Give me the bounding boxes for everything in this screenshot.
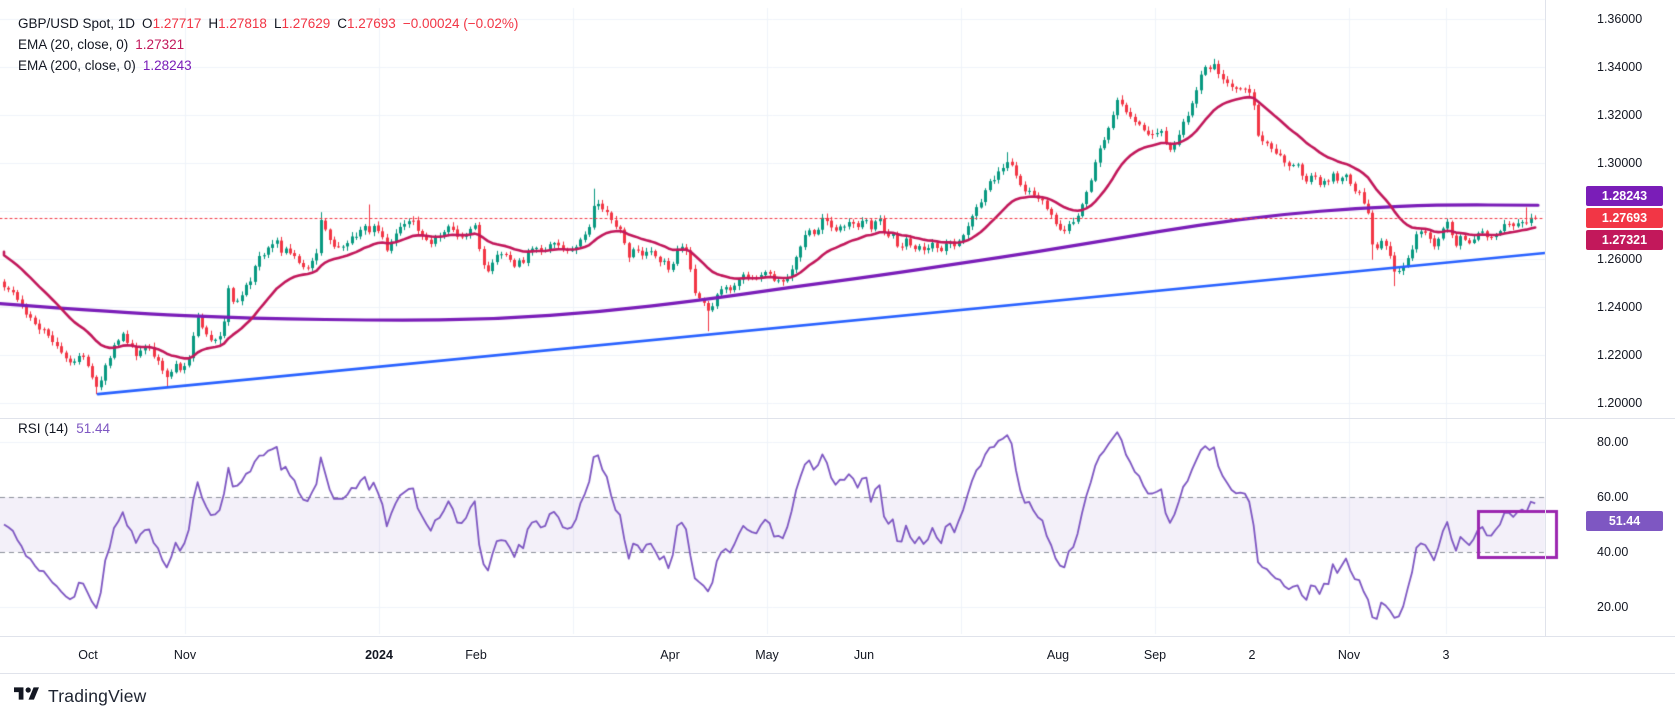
ohlc-low: L1.27629 (273, 16, 331, 31)
price-axis-label: 1.32000 (1597, 108, 1643, 122)
tradingview-logo-icon (14, 684, 39, 708)
time-axis-separator (0, 636, 1675, 637)
ema20-legend-row[interactable]: EMA (20, close, 0) 1.27321 (18, 37, 518, 52)
tradingview-logo-text: TradingView (48, 685, 147, 706)
rsi-axis-label: 80.00 (1597, 435, 1629, 449)
rsi-legend-row[interactable]: RSI (14) 51.44 (18, 421, 110, 436)
rsi-axis-label: 60.00 (1597, 490, 1629, 504)
time-axis-label: Feb (465, 648, 487, 662)
time-axis-label: 3 (1442, 648, 1450, 662)
price-axis-label: 1.20000 (1597, 396, 1643, 410)
chart-legend: GBP/USD Spot, 1D O1.27717 H1.27818 L1.27… (18, 16, 518, 73)
ema200-label: EMA (200, close, 0) (18, 58, 136, 73)
rsi-axis-label: 20.00 (1597, 600, 1629, 614)
panel-separator[interactable] (0, 418, 1675, 419)
tradingview-chart-window: GBP/USD Spot, 1D O1.27717 H1.27818 L1.27… (0, 0, 1675, 718)
time-axis-label: Nov (1337, 648, 1361, 662)
symbol-title: GBP/USD Spot, 1D (18, 16, 136, 31)
time-axis-label: Apr (660, 648, 680, 662)
ema200-price-badge: 1.28243 (1586, 186, 1663, 206)
price-axis-label: 1.22000 (1597, 348, 1643, 362)
symbol-legend-row[interactable]: GBP/USD Spot, 1D O1.27717 H1.27818 L1.27… (18, 16, 518, 31)
price-axis-label: 1.30000 (1597, 156, 1643, 170)
rsi-value: 51.44 (76, 421, 111, 436)
ema200-legend-row[interactable]: EMA (200, close, 0) 1.28243 (18, 58, 518, 73)
time-axis-label: May (755, 648, 779, 662)
footer-bar: TradingView (0, 673, 1675, 718)
time-axis-label: Sep (1143, 648, 1167, 662)
ema20-price-badge: 1.27321 (1586, 230, 1663, 250)
time-axis-label: Aug (1046, 648, 1070, 662)
time-scale[interactable]: Oct Nov 2024 Feb Apr May Jun Aug Sep 2 Nov 3 (0, 637, 1675, 672)
ohlc-close: C1.27693 (337, 16, 396, 31)
time-axis-label: 2 (1248, 648, 1256, 662)
price-axis-label: 1.36000 (1597, 12, 1643, 26)
price-axis-label: 1.24000 (1597, 300, 1643, 314)
time-axis-label: Oct (78, 648, 98, 662)
chart-canvas[interactable] (0, 0, 1675, 673)
time-axis-label: 2024 (365, 648, 393, 662)
rsi-label: RSI (14) (18, 421, 69, 436)
rsi-value-badge: 51.44 (1586, 511, 1663, 531)
price-axis-label: 1.26000 (1597, 252, 1643, 266)
ema200-value: 1.28243 (142, 58, 192, 73)
rsi-axis-label: 40.00 (1597, 545, 1629, 559)
time-axis-label: Jun (853, 648, 875, 662)
ohlc-high: H1.27818 (208, 16, 267, 31)
price-scale-separator (1545, 0, 1546, 636)
ema20-value: 1.27321 (135, 37, 185, 52)
ema20-label: EMA (20, close, 0) (18, 37, 129, 52)
tradingview-logo-link[interactable]: TradingView (14, 684, 147, 708)
price-change: −0.00024 (−0.02%) (402, 16, 519, 31)
ohlc-open: O1.27717 (142, 16, 202, 31)
last-price-badge: 1.27693 (1586, 208, 1663, 228)
time-axis-label: Nov (173, 648, 197, 662)
price-axis-label: 1.34000 (1597, 60, 1643, 74)
